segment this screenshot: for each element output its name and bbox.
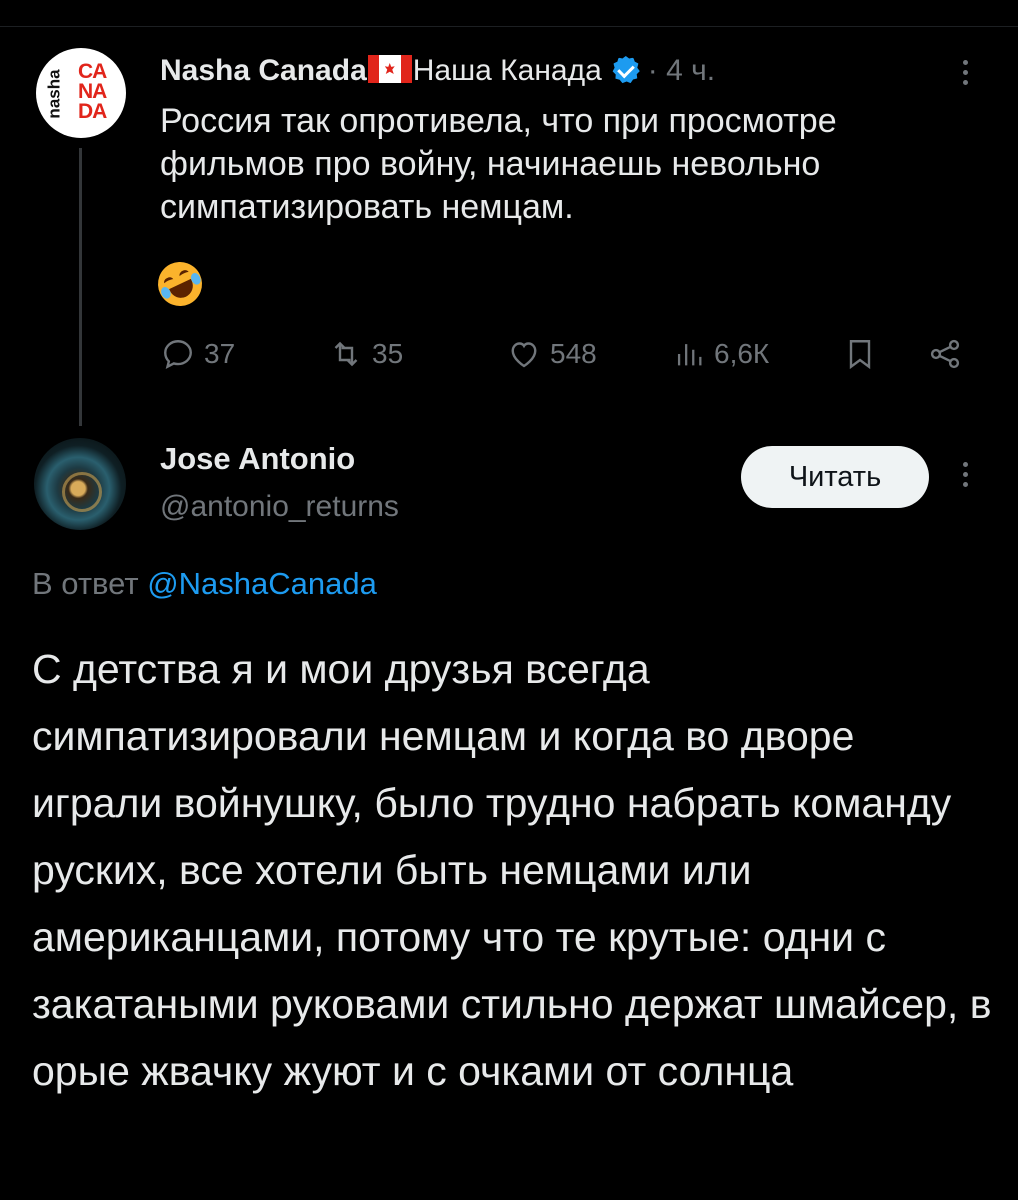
author-name-latin: Nasha Canada — [160, 54, 367, 87]
more-options-icon[interactable] — [963, 462, 969, 492]
like-count: 548 — [550, 338, 597, 369]
like-button[interactable]: 548 — [506, 336, 597, 372]
reply-icon — [164, 340, 192, 370]
share-button[interactable] — [926, 336, 964, 372]
reply-author-handle[interactable]: @antonio_returns — [160, 490, 399, 524]
views-chart-icon — [677, 344, 702, 366]
avatar-text: NA — [78, 80, 107, 103]
verified-badge-icon — [612, 56, 640, 84]
tweet-author-name[interactable]: Nasha Canada Наша Канада · 4 ч. — [160, 54, 715, 88]
reply-count: 37 — [204, 338, 236, 369]
avatar-text: DA — [78, 100, 107, 123]
rolling-laughing-emoji-icon — [150, 254, 210, 314]
bookmark-icon — [849, 340, 871, 370]
repost-count: 35 — [372, 338, 404, 369]
reply-text: С детства я и мои друзья всегда симпатиз… — [32, 646, 992, 1094]
avatar-side-text: nasha — [44, 69, 64, 119]
follow-button[interactable]: Читать — [741, 446, 929, 508]
reply-prefix: В ответ — [32, 566, 139, 601]
share-icon — [930, 339, 960, 369]
reply-button[interactable]: 37 — [160, 336, 235, 372]
heart-icon — [511, 342, 537, 368]
thread-line — [79, 148, 82, 426]
top-divider — [0, 26, 1018, 27]
tweet-actions: 37 35 548 6,6К — [0, 336, 1018, 376]
views-button[interactable]: 6,6К — [672, 336, 769, 372]
tweet-timestamp[interactable]: · 4 ч. — [648, 54, 715, 87]
author-name-cyrillic: Наша Канада — [412, 54, 602, 87]
repost-button[interactable]: 35 — [328, 336, 403, 372]
canada-flag-icon — [367, 55, 412, 83]
mention-link[interactable]: @NashaCanada — [147, 566, 377, 601]
avatar[interactable]: nasha CA NA DA — [36, 48, 126, 138]
replying-to: В ответ @NashaCanada — [32, 566, 377, 602]
tweet-text: Россия так опротивела, что при просмотре… — [160, 102, 837, 226]
repost-icon — [334, 341, 358, 367]
bookmark-button[interactable] — [842, 336, 878, 372]
views-count: 6,6К — [714, 338, 770, 369]
avatar-text: CA — [78, 60, 107, 83]
more-options-icon[interactable] — [963, 60, 969, 90]
reply-author-name[interactable]: Jose Antonio — [160, 441, 355, 477]
avatar[interactable] — [34, 438, 126, 530]
